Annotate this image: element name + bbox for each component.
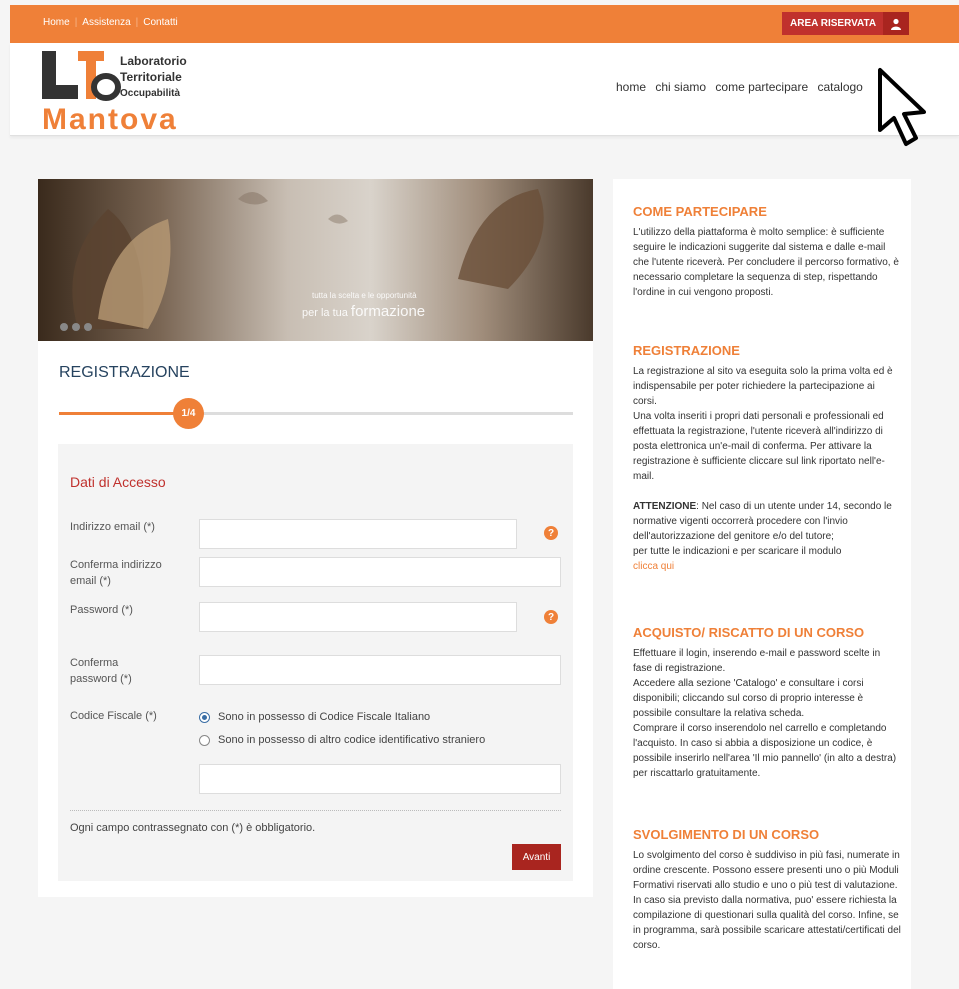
user-icon	[883, 12, 909, 35]
section-title: SVOLGIMENTO DI UN CORSO	[633, 827, 820, 842]
logo-line1: Laboratorio	[120, 54, 187, 68]
section-svolgimento: SVOLGIMENTO DI UN CORSO Lo svolgimento d…	[633, 827, 901, 953]
nav-home[interactable]: home	[616, 80, 646, 94]
section-registrazione: REGISTRAZIONE La registrazione al sito v…	[633, 343, 901, 574]
logo-line3: Occupabilità	[120, 88, 180, 99]
main-nav: home chi siamo come partecipare catalogo	[616, 80, 869, 94]
progress-filled	[59, 412, 175, 415]
section-text: Lo svolgimento del corso è suddiviso in …	[633, 850, 900, 891]
section-text: In caso sia previsto dalla normativa, pu…	[633, 895, 901, 951]
section-text: La registrazione al sito va eseguita sol…	[633, 366, 893, 407]
radio-button-selected[interactable]	[199, 711, 210, 723]
email-confirm-input[interactable]	[199, 557, 561, 587]
site-logo[interactable]: Laboratorio Territoriale Occupabilità Ma…	[40, 49, 210, 136]
codice-fiscale-label: Codice Fiscale (*)	[70, 710, 157, 722]
radio-button[interactable]	[199, 734, 210, 746]
next-button[interactable]: Avanti	[512, 844, 561, 870]
info-sidebar: COME PARTECIPARE L'utilizzo della piatta…	[613, 179, 911, 989]
logo-line2: Territoriale	[120, 70, 182, 84]
email-help-icon[interactable]: ?	[544, 526, 558, 540]
password-input[interactable]	[199, 602, 517, 632]
slider-dot[interactable]	[60, 323, 68, 331]
slider-dot[interactable]	[84, 323, 92, 331]
registration-card: tutta la scelta e le opportunità per la …	[38, 179, 593, 897]
logo-mantova: Mantova	[42, 103, 178, 133]
radio-codice-italiano[interactable]: Sono in possesso di Codice Fiscale Itali…	[199, 711, 430, 723]
section-title: REGISTRAZIONE	[633, 343, 740, 358]
mouse-cursor-icon	[878, 68, 926, 146]
area-riservata-label: AREA RISERVATA	[790, 18, 877, 29]
nav-catalogo[interactable]: catalogo	[817, 80, 862, 94]
registration-title: REGISTRAZIONE	[59, 364, 190, 381]
radio-codice-straniero[interactable]: Sono in possesso di altro codice identif…	[199, 734, 485, 746]
slider-dot[interactable]	[72, 323, 80, 331]
banner-headline-prefix: per la tua	[302, 307, 351, 319]
site-header: Laboratorio Territoriale Occupabilità Ma…	[10, 43, 959, 136]
section-text: L'utilizzo della piattaforma è molto sem…	[633, 227, 899, 298]
password-help-icon[interactable]: ?	[544, 610, 558, 624]
section-acquisto: ACQUISTO/ RISCATTO DI UN CORSO Effettuar…	[633, 625, 901, 781]
clicca-qui-link[interactable]: clicca qui	[633, 559, 901, 574]
banner-tagline: tutta la scelta e le opportunità	[312, 291, 417, 300]
nav-chi-siamo[interactable]: chi siamo	[655, 80, 706, 94]
section-title: COME PARTECIPARE	[633, 204, 767, 219]
section-text: Effettuare il login, inserendo e-mail e …	[633, 648, 881, 674]
section-text: per tutte le indicazioni e per scaricare…	[633, 546, 842, 557]
banner-headline-big: formazione	[350, 303, 426, 320]
form-section-title: Dati di Accesso	[70, 474, 166, 490]
section-title: ACQUISTO/ RISCATTO DI UN CORSO	[633, 625, 865, 640]
required-note: Ogni campo contrassegnato con (*) è obbl…	[70, 822, 316, 834]
top-nav: Home | Assistenza | Contatti	[43, 17, 178, 28]
progress-remaining	[201, 412, 573, 415]
area-riservata-button[interactable]: AREA RISERVATA	[782, 12, 909, 35]
top-link-contatti[interactable]: Contatti	[143, 17, 177, 28]
form-divider	[70, 810, 561, 811]
section-come-partecipare: COME PARTECIPARE L'utilizzo della piatta…	[633, 204, 901, 300]
section-text: Una volta inseriti i propri dati persona…	[633, 411, 885, 482]
attention-note: ATTENZIONE: Nel caso di un utente under …	[633, 499, 901, 544]
password-confirm-input[interactable]	[199, 655, 561, 685]
radio-codice-straniero-label: Sono in possesso di altro codice identif…	[218, 734, 486, 746]
password-confirm-label: Conferma password (*)	[70, 657, 132, 685]
hero-banner: tutta la scelta e le opportunità per la …	[38, 179, 593, 341]
access-data-form: Dati di Accesso Indirizzo email (*) ? Co…	[58, 444, 573, 881]
top-link-home[interactable]: Home	[43, 17, 70, 28]
slider-dots	[60, 323, 92, 331]
banner-headline: per la tua formazione	[302, 303, 425, 320]
attention-label: ATTENZIONE	[633, 501, 697, 512]
password-label: Password (*)	[70, 604, 133, 616]
top-link-assistenza[interactable]: Assistenza	[82, 17, 130, 28]
section-text: Comprare il corso inserendolo nel carrel…	[633, 723, 897, 779]
email-label: Indirizzo email (*)	[70, 521, 155, 533]
email-confirm-label: Conferma indirizzo email (*)	[70, 559, 162, 587]
top-bar: Home | Assistenza | Contatti AREA RISERVATA	[10, 5, 959, 43]
section-text: Accedere alla sezione 'Catalogo' e consu…	[633, 678, 864, 719]
nav-come-partecipare[interactable]: come partecipare	[715, 80, 808, 94]
codice-fiscale-input[interactable]	[199, 764, 561, 794]
step-indicator: 1/4	[173, 398, 204, 429]
email-input[interactable]	[199, 519, 517, 549]
radio-codice-italiano-label: Sono in possesso di Codice Fiscale Itali…	[218, 711, 431, 723]
